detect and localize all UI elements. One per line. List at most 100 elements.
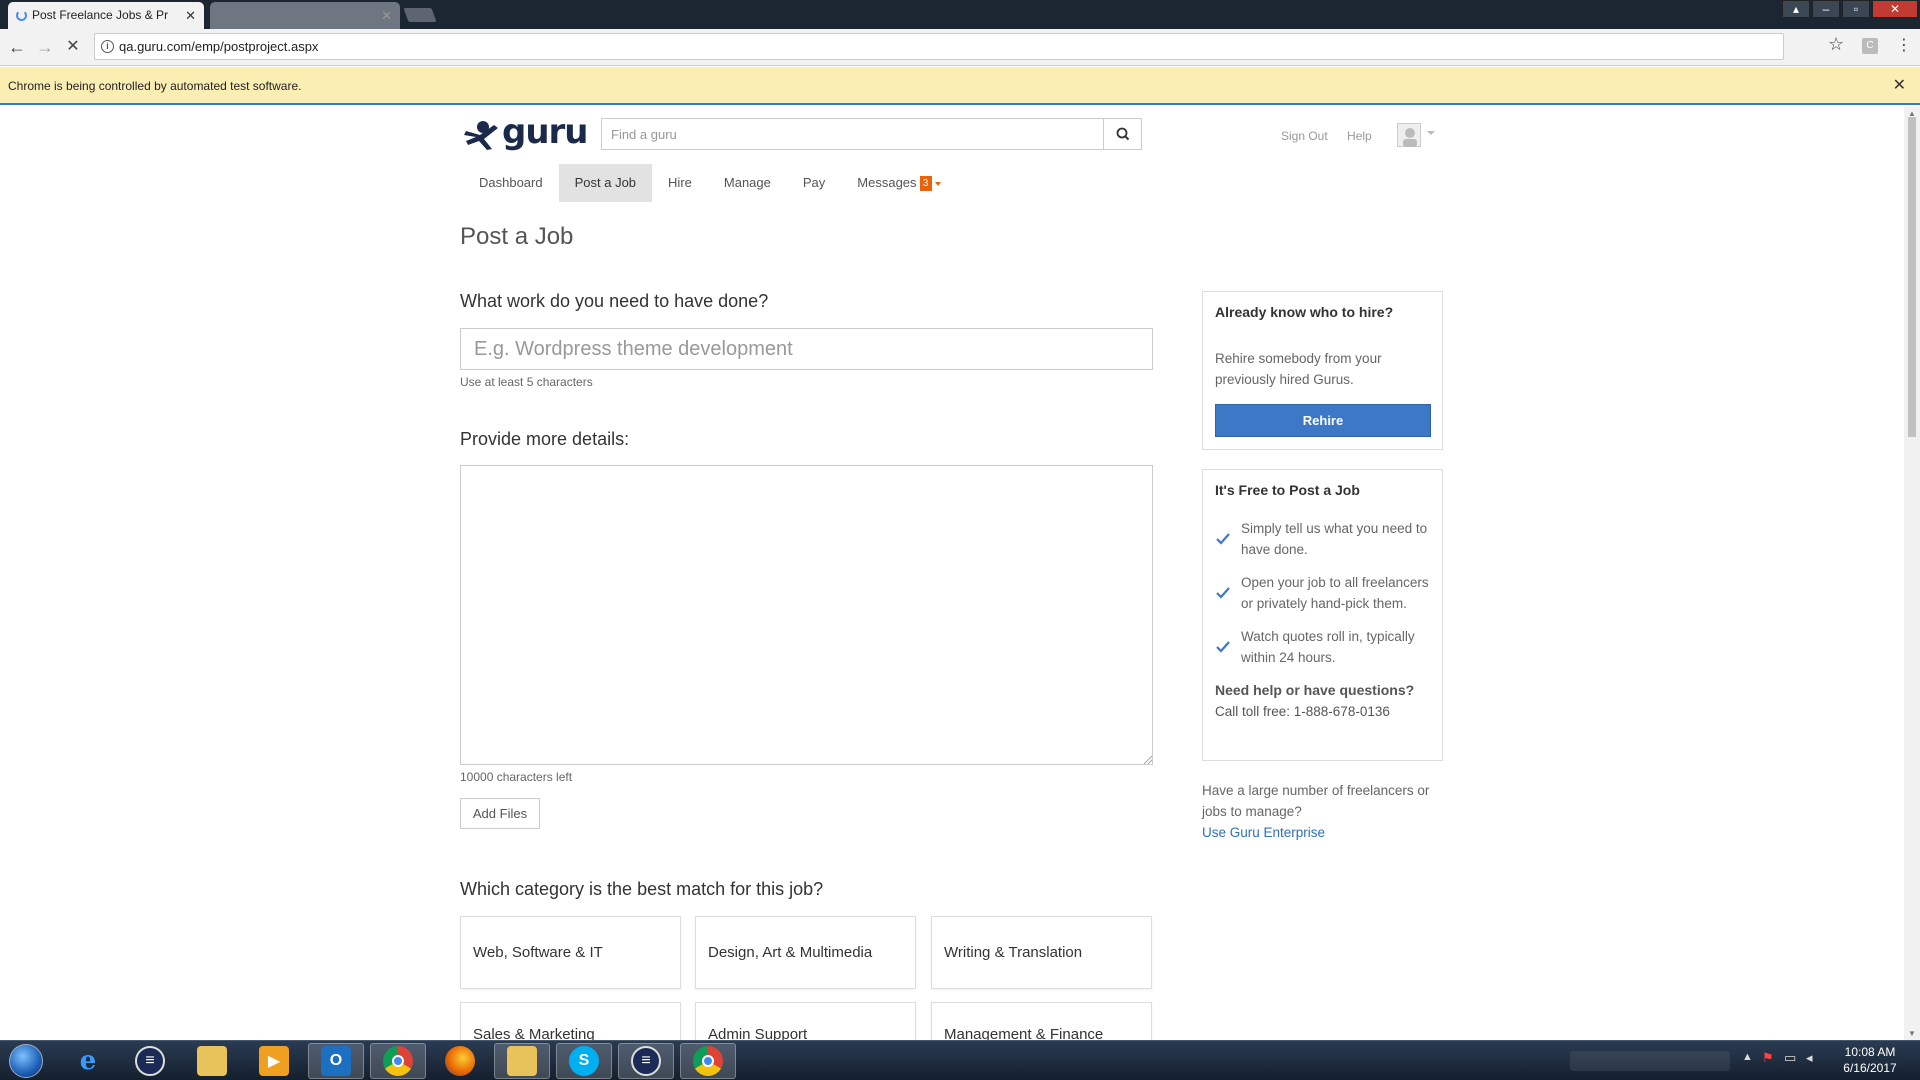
tab-close-icon[interactable]: ✕ bbox=[381, 2, 392, 29]
windows-taskbar: e ≡ ▶ O S ≡ ▲ ⚑ ▭ ◂ bbox=[0, 1040, 1920, 1080]
details-question-label: Provide more details: bbox=[460, 429, 630, 449]
job-details-textarea[interactable] bbox=[460, 465, 1153, 765]
nav-item-dashboard[interactable]: Dashboard bbox=[463, 164, 559, 202]
nav-item-post-a-job[interactable]: Post a Job bbox=[558, 164, 653, 202]
system-clock[interactable]: 10:08 AM 6/16/2017 bbox=[1830, 1044, 1910, 1076]
category-design-art-multimedia[interactable]: Design, Art & Multimedia bbox=[695, 916, 916, 989]
category-sales-marketing[interactable]: Sales & Marketing bbox=[460, 1002, 681, 1040]
account-menu-chevron-icon[interactable] bbox=[1427, 131, 1435, 135]
taskbar-outlook[interactable]: O bbox=[308, 1043, 364, 1079]
skype-icon: S bbox=[569, 1046, 599, 1076]
internet-explorer-icon: e bbox=[79, 1046, 97, 1076]
main-navigation: Dashboard Post a Job Hire Manage Pay Mes… bbox=[463, 164, 957, 202]
guru-logo-icon bbox=[464, 121, 498, 150]
logo-wordmark: guru bbox=[502, 112, 589, 152]
nav-item-pay[interactable]: Pay bbox=[787, 164, 841, 202]
taskbar-firefox[interactable] bbox=[432, 1043, 488, 1079]
infobar-close-icon[interactable]: ✕ bbox=[1893, 67, 1906, 105]
help-question: Need help or have questions? bbox=[1215, 682, 1415, 698]
outlook-icon: O bbox=[321, 1046, 351, 1076]
taskbar-internet-explorer[interactable]: e bbox=[60, 1043, 116, 1079]
page-title: Post a Job bbox=[460, 223, 574, 250]
window-minimize-button[interactable]: ‒ bbox=[1812, 0, 1840, 18]
page-content: guru Sign Out Help Dashboard Post a Job … bbox=[0, 107, 1904, 1040]
nav-item-messages[interactable]: Messages 3 bbox=[841, 164, 956, 202]
taskbar-file-explorer[interactable] bbox=[184, 1043, 240, 1079]
taskbar-chrome[interactable] bbox=[370, 1043, 426, 1079]
clock-time: 10:08 AM bbox=[1844, 1045, 1896, 1059]
nav-item-manage[interactable]: Manage bbox=[708, 164, 787, 202]
add-files-button[interactable]: Add Files bbox=[460, 798, 540, 829]
category-management-finance[interactable]: Management & Finance bbox=[931, 1002, 1152, 1040]
taskbar-app[interactable]: ≡ bbox=[122, 1043, 178, 1079]
rehire-text: Rehire somebody from your previously hir… bbox=[1215, 351, 1382, 387]
search-button[interactable] bbox=[1103, 119, 1141, 149]
job-title-input[interactable] bbox=[460, 328, 1153, 370]
benefit-text: Open your job to all freelancers or priv… bbox=[1241, 575, 1429, 611]
windows-logo-icon bbox=[9, 1044, 43, 1078]
category-web-software-it[interactable]: Web, Software & IT bbox=[460, 916, 681, 989]
start-button[interactable] bbox=[4, 1043, 48, 1079]
taskbar-media-player[interactable]: ▶ bbox=[246, 1043, 302, 1079]
search-icon bbox=[1116, 127, 1130, 141]
extension-icon[interactable]: C bbox=[1862, 38, 1878, 54]
messages-chevron-down-icon[interactable] bbox=[934, 181, 941, 186]
avatar[interactable] bbox=[1397, 123, 1421, 147]
browser-tab-inactive[interactable]: ✕ bbox=[210, 2, 400, 29]
chrome-icon bbox=[693, 1046, 723, 1076]
tray-notification-area[interactable] bbox=[1570, 1051, 1730, 1071]
file-explorer-icon bbox=[197, 1046, 227, 1076]
stop-loading-icon[interactable]: ✕ bbox=[62, 36, 84, 58]
bookmark-star-icon[interactable]: ☆ bbox=[1828, 34, 1844, 55]
search-box bbox=[601, 118, 1142, 150]
taskbar-skype[interactable]: S bbox=[556, 1043, 612, 1079]
enterprise-text: Have a large number of freelancers or jo… bbox=[1202, 783, 1430, 819]
resize-handle-icon[interactable] bbox=[1144, 756, 1152, 764]
benefit-list-item: Open your job to all freelancers or priv… bbox=[1215, 572, 1430, 614]
taskbar-folder[interactable] bbox=[494, 1043, 550, 1079]
browser-tabstrip: Post Freelance Jobs & Pr ✕ ✕ ▴ ‒ ▫ ✕ bbox=[0, 0, 1920, 29]
search-input[interactable] bbox=[602, 119, 1102, 149]
rehire-button[interactable]: Rehire bbox=[1215, 404, 1431, 437]
url-field[interactable]: i qa.guru.com/emp/postproject.aspx bbox=[94, 33, 1784, 60]
guru-logo[interactable]: guru bbox=[464, 112, 589, 153]
app-icon: ≡ bbox=[631, 1046, 661, 1076]
browser-menu-icon[interactable]: ⋮ bbox=[1896, 35, 1912, 55]
account-links: Sign Out Help bbox=[1281, 129, 1388, 143]
info-icon[interactable]: i bbox=[101, 40, 114, 53]
window-user-button[interactable]: ▴ bbox=[1782, 0, 1810, 18]
category-writing-translation[interactable]: Writing & Translation bbox=[931, 916, 1152, 989]
system-tray: ▲ ⚑ ▭ ◂ bbox=[1570, 1045, 1870, 1077]
enterprise-promo: Have a large number of freelancers or jo… bbox=[1202, 780, 1452, 843]
taskbar-chrome-2[interactable] bbox=[680, 1043, 736, 1079]
help-phone: Call toll free: 1-888-678-0136 bbox=[1215, 704, 1390, 719]
benefit-list-item: Simply tell us what you need to have don… bbox=[1215, 518, 1430, 560]
tab-close-icon[interactable]: ✕ bbox=[185, 2, 196, 29]
new-tab-button[interactable] bbox=[403, 8, 437, 22]
automation-infobar: Chrome is being controlled by automated … bbox=[0, 67, 1920, 105]
messages-label: Messages bbox=[857, 175, 917, 190]
sign-out-link[interactable]: Sign Out bbox=[1281, 129, 1328, 143]
chrome-icon bbox=[383, 1046, 413, 1076]
category-admin-support[interactable]: Admin Support bbox=[695, 1002, 916, 1040]
clock-date: 6/16/2017 bbox=[1843, 1061, 1897, 1075]
benefit-text: Simply tell us what you need to have don… bbox=[1241, 521, 1428, 557]
taskbar-app-2[interactable]: ≡ bbox=[618, 1043, 674, 1079]
forward-arrow-icon[interactable]: → bbox=[34, 36, 56, 58]
back-arrow-icon[interactable]: ← bbox=[6, 36, 28, 58]
window-maximize-button[interactable]: ▫ bbox=[1842, 0, 1870, 18]
action-center-flag-icon[interactable]: ⚑ bbox=[1762, 1050, 1774, 1066]
nav-item-hire[interactable]: Hire bbox=[652, 164, 708, 202]
benefit-list-item: Watch quotes roll in, typically within 2… bbox=[1215, 626, 1430, 668]
guru-enterprise-link[interactable]: Use Guru Enterprise bbox=[1202, 822, 1452, 843]
show-hidden-icons-icon[interactable]: ▲ bbox=[1742, 1051, 1753, 1063]
help-link[interactable]: Help bbox=[1347, 129, 1372, 143]
scroll-down-arrow-icon[interactable]: ▼ bbox=[1908, 1029, 1916, 1038]
network-icon[interactable]: ▭ bbox=[1784, 1050, 1796, 1066]
url-text: qa.guru.com/emp/postproject.aspx bbox=[119, 39, 319, 54]
volume-icon[interactable]: ◂ bbox=[1806, 1050, 1813, 1066]
browser-tab-active[interactable]: Post Freelance Jobs & Pr ✕ bbox=[8, 2, 204, 29]
scrollbar-thumb[interactable] bbox=[1908, 117, 1916, 437]
window-close-button[interactable]: ✕ bbox=[1872, 0, 1918, 18]
page-scrollbar[interactable]: ▲ ▼ bbox=[1904, 107, 1920, 1040]
